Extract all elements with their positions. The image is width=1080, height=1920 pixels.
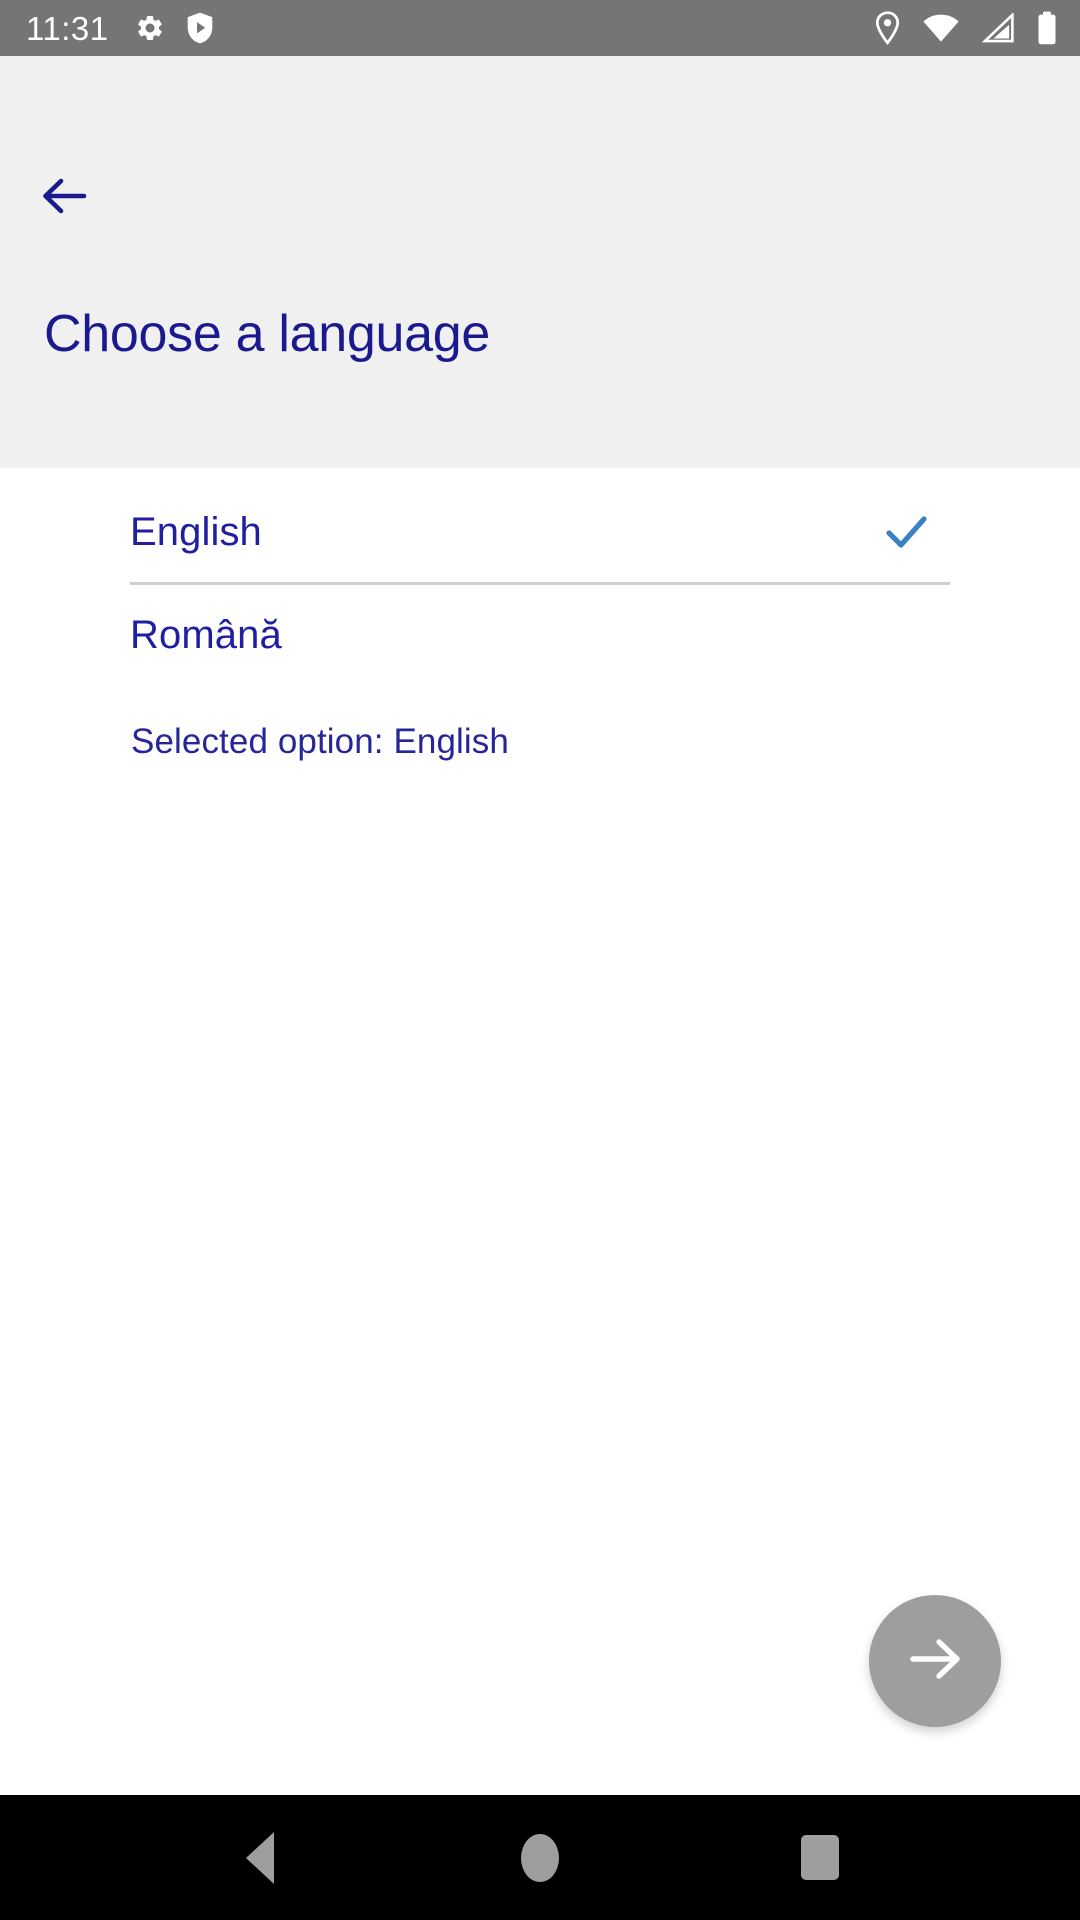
page-title: Choose a language (44, 305, 490, 363)
gear-icon (135, 13, 165, 43)
phone-screen: 11:31 Choose a language English Română S… (0, 0, 1080, 1920)
cellular-signal-icon (981, 13, 1015, 43)
language-option-label: Română (130, 612, 282, 657)
language-option-romana[interactable]: Română (130, 585, 950, 685)
status-bar-right-icons (874, 11, 1058, 45)
arrow-right-icon (906, 1634, 964, 1689)
status-bar-left-icons (135, 12, 215, 44)
battery-icon (1036, 11, 1058, 45)
nav-back-button[interactable] (200, 1813, 320, 1903)
language-option-english[interactable]: English (130, 482, 950, 582)
wifi-icon (922, 13, 960, 43)
circle-icon (521, 1833, 559, 1882)
nav-recents-button[interactable] (760, 1813, 880, 1903)
language-list: English Română (130, 482, 950, 685)
back-button[interactable] (26, 160, 102, 236)
location-pin-icon (874, 11, 901, 45)
selected-option-text: Selected option: English (131, 722, 509, 761)
shield-play-icon (185, 12, 215, 44)
android-navigation-bar (0, 1795, 1080, 1920)
page-header: Choose a language (0, 56, 1080, 468)
status-bar: 11:31 (0, 0, 1080, 56)
arrow-left-icon (40, 175, 88, 222)
status-bar-clock: 11:31 (26, 9, 109, 47)
content-area: English Română Selected option: English (0, 468, 1080, 1795)
check-icon (882, 508, 930, 556)
triangle-left-icon (246, 1831, 274, 1884)
next-fab-button[interactable] (869, 1595, 1001, 1727)
nav-home-button[interactable] (480, 1813, 600, 1903)
language-option-label: English (130, 509, 262, 554)
square-icon (801, 1835, 839, 1880)
